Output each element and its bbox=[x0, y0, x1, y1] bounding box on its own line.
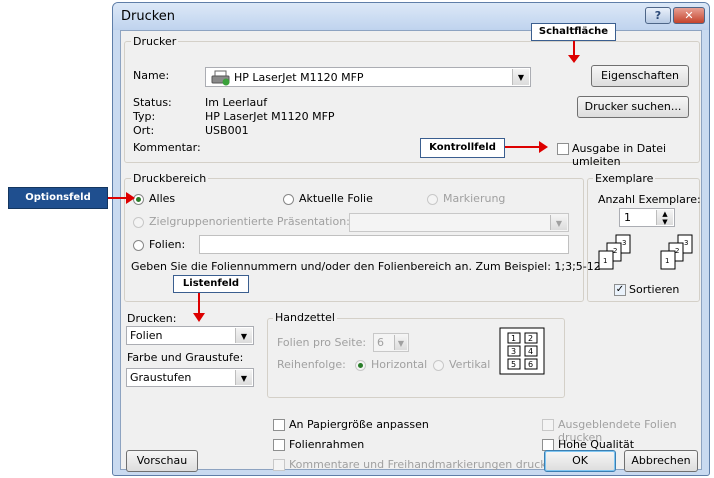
chevron-down-icon[interactable]: ▼ bbox=[235, 370, 252, 385]
annotation-listbox: Listenfeld bbox=[173, 275, 249, 293]
find-printer-button[interactable]: Drucker suchen... bbox=[577, 96, 689, 118]
radio-slides[interactable] bbox=[133, 240, 144, 251]
printer-icon bbox=[211, 70, 230, 86]
annotation-listbox-arrow bbox=[198, 293, 200, 315]
printer-name-label: Name: bbox=[133, 69, 170, 82]
ok-button[interactable]: OK bbox=[544, 450, 616, 472]
print-what-label: Drucken: bbox=[127, 312, 177, 325]
per-page-select[interactable]: 6 ▼ bbox=[373, 333, 409, 352]
radio-horizontal-label: Horizontal bbox=[371, 358, 428, 371]
type-value: HP LaserJet M1120 MFP bbox=[205, 110, 335, 123]
properties-button[interactable]: Eigenschaften bbox=[591, 65, 689, 87]
radio-horizontal[interactable] bbox=[355, 360, 366, 371]
copies-group-label: Exemplare bbox=[593, 172, 656, 185]
copies-count-value: 1 bbox=[624, 211, 631, 224]
radio-current-slide-label: Aktuelle Folie bbox=[299, 192, 373, 205]
print-comments-checkbox[interactable] bbox=[273, 459, 285, 471]
handout-layout-icon: 1 2 3 4 5 6 bbox=[499, 327, 545, 375]
title-bar: Drucken ? ✕ bbox=[113, 3, 709, 30]
collate-icon: 3 2 1 3 2 1 bbox=[598, 234, 693, 270]
help-button[interactable]: ? bbox=[645, 7, 671, 24]
status-label: Status: bbox=[133, 96, 172, 109]
color-value: Graustufen bbox=[130, 371, 192, 384]
close-button[interactable]: ✕ bbox=[673, 7, 705, 24]
chevron-down-icon[interactable]: ▼ bbox=[550, 215, 567, 230]
dialog-client: Drucker Name: HP LaserJet M1120 MFP ▼ Ei… bbox=[120, 30, 702, 472]
collate-page-3b: 3 bbox=[684, 239, 688, 247]
cancel-button[interactable]: Abbrechen bbox=[624, 450, 698, 472]
preview-button[interactable]: Vorschau bbox=[126, 450, 198, 472]
location-value: USB001 bbox=[205, 124, 249, 137]
print-to-file-label: Ausgabe in Datei umleiten bbox=[572, 142, 667, 168]
type-label: Typ: bbox=[133, 110, 156, 123]
thumb-6: 6 bbox=[528, 360, 533, 369]
radio-selection[interactable] bbox=[427, 194, 438, 205]
printer-group-label: Drucker bbox=[131, 35, 179, 48]
collate-label: Sortieren bbox=[629, 283, 680, 296]
annotation-radio: Optionsfeld bbox=[8, 187, 108, 209]
thumb-2: 2 bbox=[528, 334, 533, 343]
arrow-down-icon bbox=[193, 313, 205, 322]
radio-current-slide[interactable] bbox=[283, 194, 294, 205]
annotation-checkbox-arrow bbox=[505, 146, 541, 148]
per-page-value: 6 bbox=[377, 336, 384, 349]
collate-page-1: 1 bbox=[603, 257, 607, 265]
thumb-1: 1 bbox=[511, 334, 516, 343]
location-label: Ort: bbox=[133, 124, 155, 137]
thumb-4: 4 bbox=[528, 347, 533, 356]
thumb-3: 3 bbox=[511, 347, 516, 356]
status-value: Im Leerlauf bbox=[205, 96, 268, 109]
thumb-5: 5 bbox=[511, 360, 516, 369]
per-page-label: Folien pro Seite: bbox=[277, 336, 367, 349]
collate-page-2b: 2 bbox=[675, 247, 679, 255]
copies-count-spinner[interactable]: 1 ▲ ▼ bbox=[619, 208, 675, 227]
radio-vertical[interactable] bbox=[433, 360, 444, 371]
comment-label: Kommentar: bbox=[133, 141, 201, 154]
printer-name-select[interactable]: HP LaserJet M1120 MFP ▼ bbox=[205, 67, 531, 87]
collate-page-2: 2 bbox=[613, 247, 617, 255]
frame-slides-label: Folienrahmen bbox=[289, 438, 365, 451]
arrow-right-icon bbox=[126, 192, 135, 204]
collate-checkbox[interactable]: ✓ bbox=[614, 284, 626, 296]
arrow-right-icon bbox=[539, 141, 548, 153]
chevron-down-icon[interactable]: ▼ bbox=[512, 69, 529, 85]
radio-selection-label: Markierung bbox=[443, 192, 506, 205]
print-what-value: Folien bbox=[130, 329, 163, 342]
radio-all-label: Alles bbox=[149, 192, 176, 205]
print-comments-label: Kommentare und Freihandmarkierungen druc… bbox=[289, 458, 560, 471]
frame-slides-checkbox[interactable] bbox=[273, 439, 285, 451]
print-dialog: Drucken ? ✕ Drucker Name: HP LaserJet M1… bbox=[112, 2, 710, 476]
print-hidden-checkbox[interactable] bbox=[542, 419, 554, 431]
collate-page-3: 3 bbox=[622, 239, 626, 247]
order-label: Reihenfolge: bbox=[277, 358, 346, 371]
slides-hint: Geben Sie die Foliennummern und/oder den… bbox=[131, 260, 601, 273]
color-select[interactable]: Graustufen ▼ bbox=[126, 368, 254, 387]
annotation-radio-arrow bbox=[108, 197, 128, 199]
print-to-file-checkbox[interactable] bbox=[557, 143, 569, 155]
radio-vertical-label: Vertikal bbox=[449, 358, 491, 371]
radio-custom-show-label: Zielgruppenorientierte Präsentation: bbox=[149, 215, 350, 228]
print-range-group-label: Druckbereich bbox=[131, 172, 209, 185]
print-what-select[interactable]: Folien ▼ bbox=[126, 326, 254, 345]
chevron-down-icon[interactable]: ▼ bbox=[235, 328, 252, 343]
annotation-checkbox: Kontrollfeld bbox=[420, 138, 505, 158]
slides-input[interactable] bbox=[199, 235, 569, 254]
printer-name-value: HP LaserJet M1120 MFP bbox=[234, 71, 364, 84]
arrow-down-icon bbox=[568, 55, 580, 63]
spinner-arrows-icon[interactable]: ▲ ▼ bbox=[656, 210, 673, 226]
handouts-group-label: Handzettel bbox=[273, 311, 337, 324]
fit-to-paper-label: An Papiergröße anpassen bbox=[289, 418, 429, 431]
custom-show-select[interactable]: ▼ bbox=[349, 213, 569, 232]
radio-slides-label: Folien: bbox=[149, 238, 186, 251]
copies-count-label: Anzahl Exemplare: bbox=[598, 193, 701, 206]
annotation-button: Schaltfläche bbox=[531, 23, 616, 41]
dialog-title: Drucken bbox=[121, 9, 176, 24]
chevron-down-icon[interactable]: ▼ bbox=[394, 335, 407, 350]
collate-page-1b: 1 bbox=[665, 257, 669, 265]
fit-to-paper-checkbox[interactable] bbox=[273, 419, 285, 431]
color-label: Farbe und Graustufe: bbox=[127, 351, 244, 364]
radio-custom-show[interactable] bbox=[133, 217, 144, 228]
